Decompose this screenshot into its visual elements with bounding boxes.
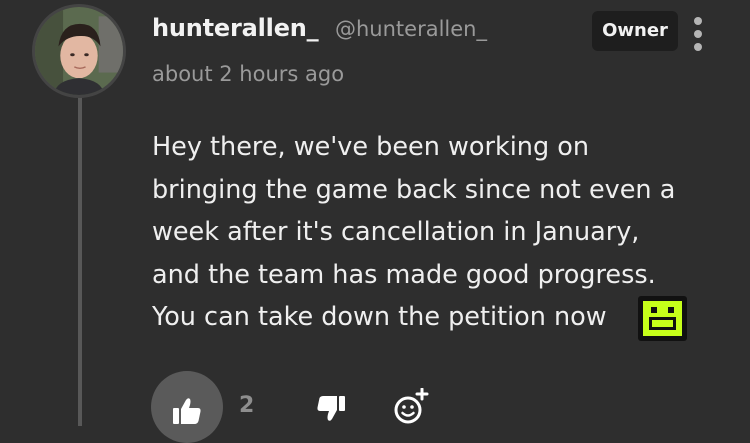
username[interactable]: hunterallen_ xyxy=(152,14,319,42)
more-options-button[interactable] xyxy=(686,14,710,54)
avatar-image xyxy=(35,7,123,95)
thumbs-down-icon xyxy=(317,396,345,421)
add-reaction-button[interactable] xyxy=(392,388,432,424)
add-reaction-icon xyxy=(394,388,429,424)
comment-text: Hey there, we've been working on bringin… xyxy=(152,132,676,332)
avatar[interactable] xyxy=(32,4,126,98)
more-vertical-icon xyxy=(694,17,702,25)
like-count: 2 xyxy=(239,393,255,418)
user-handle[interactable]: @hunterallen_ xyxy=(335,17,487,41)
thread-line xyxy=(78,96,82,426)
comment-timestamp: about 2 hours ago xyxy=(152,62,345,86)
like-button[interactable] xyxy=(151,371,223,443)
more-vertical-icon xyxy=(694,30,702,38)
green-smiley-face-emoji xyxy=(638,296,687,341)
dislike-button[interactable] xyxy=(316,396,346,422)
more-vertical-icon xyxy=(694,43,702,51)
owner-badge: Owner xyxy=(592,11,678,51)
